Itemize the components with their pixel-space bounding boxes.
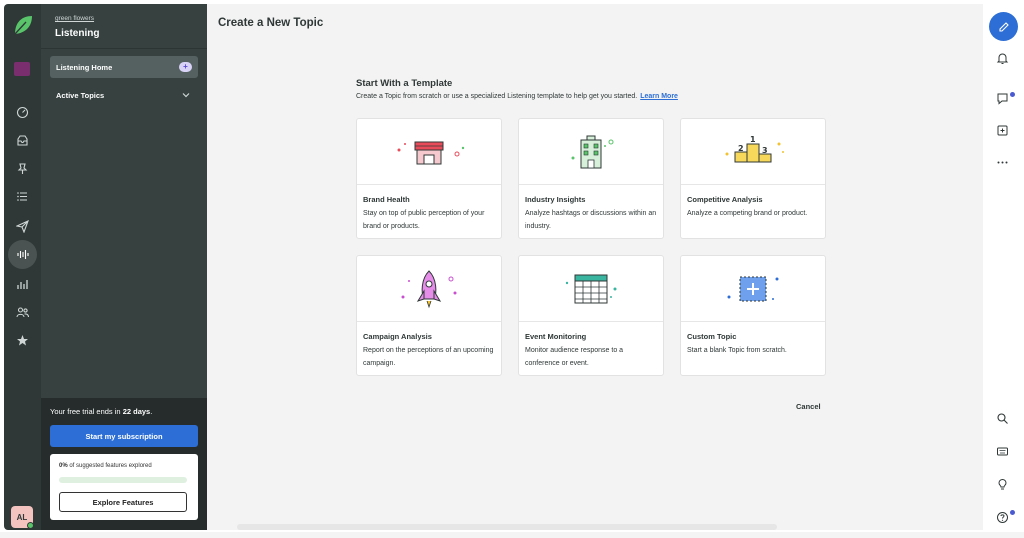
podium-icon: 2 1 3 [681, 119, 825, 185]
template-card-event-monitoring[interactable]: Event Monitoring Monitor audience respon… [518, 255, 664, 376]
notification-dot [1010, 92, 1015, 97]
subnav-item-active-topics[interactable]: Active Topics [50, 84, 198, 106]
card-description: Analyze a competing brand or product. [687, 210, 808, 217]
template-card-competitive-analysis[interactable]: 2 1 3 Competitive Analysis Analyze a com… [680, 118, 826, 239]
bell-icon[interactable] [996, 52, 1009, 65]
sprout-logo-icon[interactable] [12, 14, 34, 36]
trial-message: Your free trial ends in 22 days. [50, 407, 153, 416]
list-icon[interactable] [8, 182, 37, 211]
svg-text:3: 3 [762, 146, 768, 155]
reports-icon[interactable] [8, 270, 37, 299]
template-card-brand-health[interactable]: Brand Health Stay on top of public perce… [356, 118, 502, 239]
svg-text:1: 1 [750, 135, 756, 144]
section-title: Start With a Template [356, 78, 453, 89]
help-icon[interactable] [996, 511, 1009, 524]
pin-icon[interactable] [8, 154, 37, 183]
card-description: Start a blank Topic from scratch. [687, 347, 787, 354]
card-description: Stay on top of public perception of your… [363, 210, 485, 230]
add-topic-badge[interactable]: + [179, 62, 192, 72]
rocket-icon [357, 256, 501, 322]
explore-features-button[interactable]: Explore Features [59, 492, 187, 512]
search-icon[interactable] [996, 412, 1009, 425]
send-icon[interactable] [8, 212, 37, 241]
subnav-divider [41, 48, 207, 49]
org-name-link[interactable]: green flowers [55, 15, 94, 22]
card-title: Industry Insights [525, 195, 586, 204]
card-title: Event Monitoring [525, 332, 587, 341]
people-icon[interactable] [8, 298, 37, 327]
keyboard-icon[interactable] [996, 445, 1009, 458]
utility-rail [983, 4, 1020, 530]
card-title: Competitive Analysis [687, 195, 763, 204]
card-description: Report on the perceptions of an upcoming… [363, 347, 494, 367]
online-status-dot [27, 522, 34, 529]
start-subscription-button[interactable]: Start my subscription [50, 425, 198, 447]
window-bottom-edge [0, 532, 1024, 538]
horizontal-scrollbar[interactable] [237, 524, 777, 530]
chevron-down-icon [182, 93, 190, 98]
subnav-item-label: Listening Home [56, 62, 113, 72]
help-notification-dot [1010, 510, 1015, 515]
card-title: Brand Health [363, 195, 410, 204]
calendar-icon [519, 256, 663, 322]
storefront-icon [357, 119, 501, 185]
card-description: Monitor audience response to a conferenc… [525, 347, 624, 367]
workspace-icon[interactable] [14, 62, 30, 76]
template-card-custom-topic[interactable]: Custom Topic Start a blank Topic from sc… [680, 255, 826, 376]
features-progress-bar [59, 477, 187, 483]
features-progress-text: 0% of suggested features explored [59, 463, 152, 469]
main-content: Create a New Topic Start With a Template… [207, 4, 983, 530]
inbox-icon[interactable] [8, 126, 37, 155]
building-icon [519, 119, 663, 185]
dashboard-icon[interactable] [8, 98, 37, 127]
svg-text:2: 2 [738, 144, 744, 153]
features-card: 0% of suggested features explored Explor… [50, 454, 198, 520]
template-card-campaign-analysis[interactable]: Campaign Analysis Report on the percepti… [356, 255, 502, 376]
card-title: Campaign Analysis [363, 332, 432, 341]
learn-more-link[interactable]: Learn More [640, 93, 678, 100]
add-icon[interactable] [996, 124, 1009, 137]
compose-icon[interactable] [989, 12, 1018, 41]
app-frame: AL green flowers Listening Listening Hom… [0, 0, 1024, 538]
listening-icon[interactable] [8, 240, 37, 269]
primary-nav-rail: AL [4, 4, 41, 530]
more-icon[interactable] [996, 156, 1009, 169]
page-title: Create a New Topic [218, 17, 324, 29]
subnav-item-label: Active Topics [56, 90, 105, 100]
template-card-industry-insights[interactable]: Industry Insights Analyze hashtags or di… [518, 118, 664, 239]
star-icon[interactable] [8, 326, 37, 355]
trial-panel: Your free trial ends in 22 days. Start m… [41, 398, 207, 530]
add-box-icon [681, 256, 825, 322]
subnav-item-listening-home[interactable]: Listening Home + [50, 56, 198, 78]
card-title: Custom Topic [687, 332, 737, 341]
section-subtitle: Create a Topic from scratch or use a spe… [356, 93, 678, 100]
lightbulb-icon[interactable] [996, 478, 1009, 491]
chat-icon[interactable] [996, 92, 1009, 105]
listening-subnav: green flowers Listening Listening Home +… [41, 4, 207, 530]
cancel-button[interactable]: Cancel [796, 402, 821, 411]
card-description: Analyze hashtags or discussions within a… [525, 210, 657, 230]
subnav-title: Listening [55, 28, 100, 39]
